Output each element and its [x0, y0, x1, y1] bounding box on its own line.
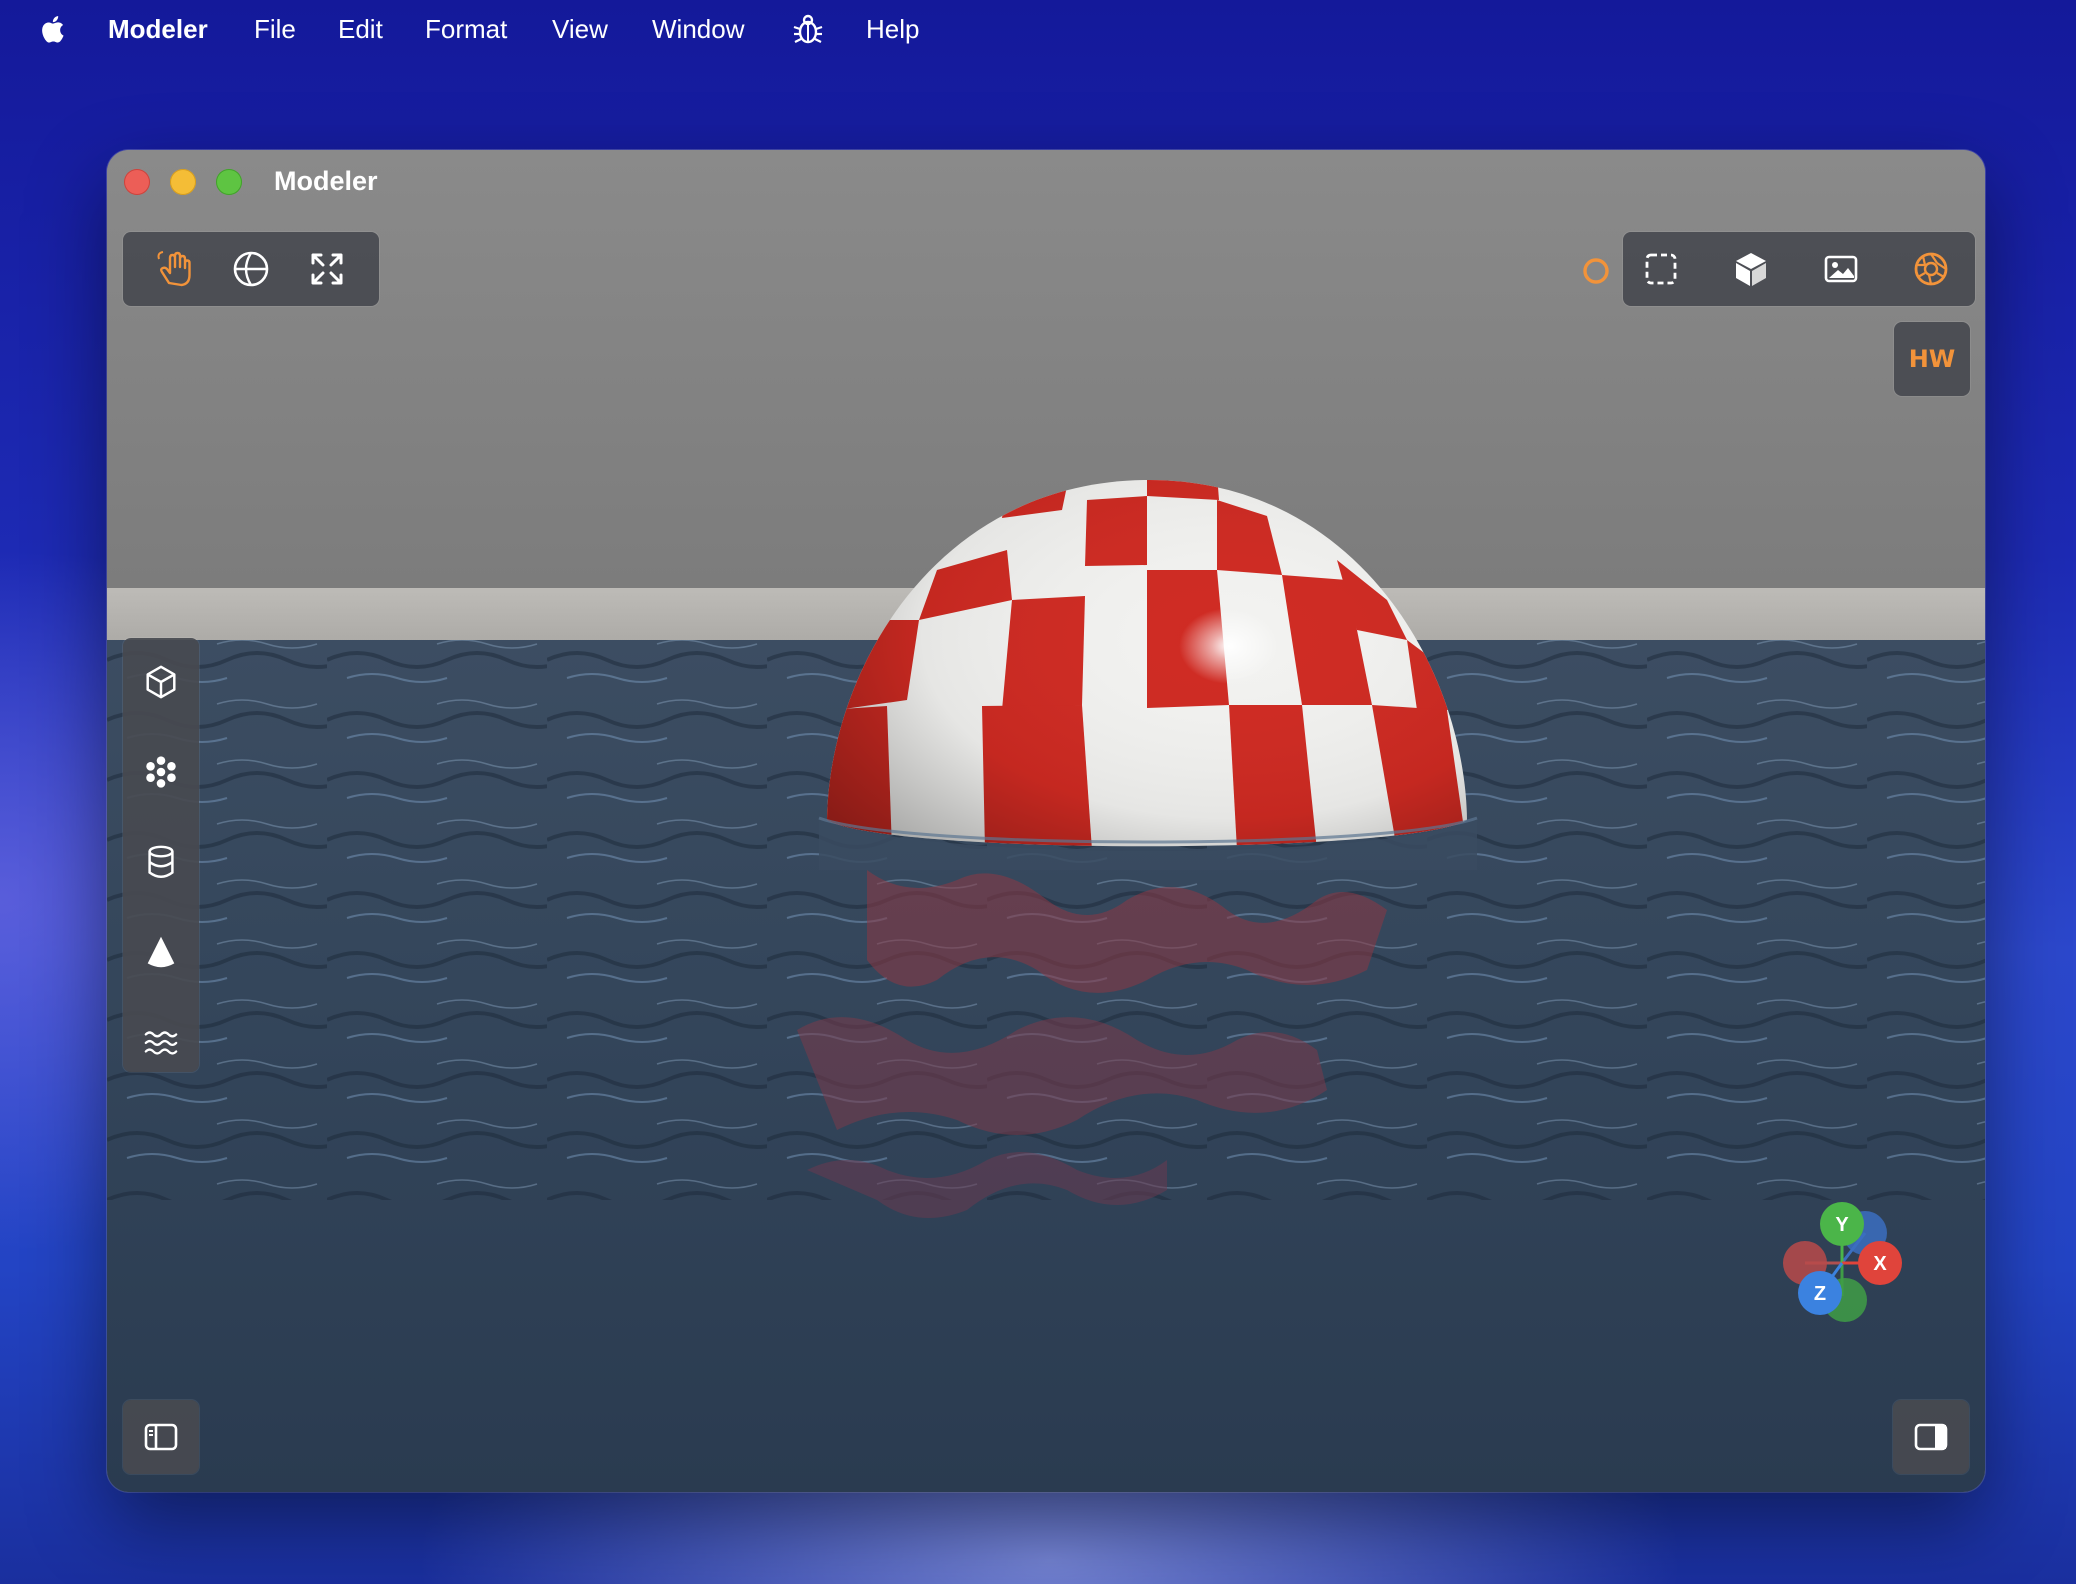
add-cone-button[interactable]: [129, 920, 193, 984]
hand-pan-icon: [157, 251, 191, 287]
close-window-button[interactable]: [124, 169, 150, 195]
orbit-globe-icon: [233, 251, 269, 287]
apple-icon[interactable]: [38, 12, 70, 46]
toggle-left-sidebar-button[interactable]: [123, 1400, 199, 1474]
svg-text:Z: Z: [1814, 1283, 1826, 1305]
scene-render[interactable]: [107, 150, 1985, 1492]
render-aperture-icon: [1914, 252, 1948, 286]
image-icon: [1824, 255, 1858, 283]
add-cylinder-button[interactable]: [129, 830, 193, 894]
axis-z-handle[interactable]: Z: [1798, 1271, 1842, 1315]
render-toolbar: [1623, 232, 1975, 306]
solid-view-button[interactable]: [1719, 237, 1783, 301]
image-view-button[interactable]: [1809, 237, 1873, 301]
particles-icon: [146, 756, 176, 788]
hw-toggle-button[interactable]: HW: [1894, 322, 1970, 396]
menu-format[interactable]: Format: [425, 14, 507, 45]
shape-palette: [123, 638, 199, 1072]
axis-y-handle[interactable]: Y: [1820, 1202, 1864, 1246]
fit-view-button[interactable]: [295, 237, 359, 301]
navigation-toolbar: [123, 232, 379, 306]
orbit-tool-button[interactable]: [219, 237, 283, 301]
hw-label: HW: [1908, 345, 1956, 373]
bug-icon[interactable]: [791, 12, 825, 46]
menu-help[interactable]: Help: [866, 14, 919, 45]
sidebar-left-toggle-icon: [144, 1423, 178, 1451]
menu-file[interactable]: File: [254, 14, 296, 45]
title-bar: Modeler: [107, 150, 1985, 212]
render-button[interactable]: [1899, 237, 1963, 301]
toggle-right-sidebar-button[interactable]: [1893, 1400, 1969, 1474]
sidebar-right-toggle-icon: [1914, 1423, 1948, 1451]
menu-bar: Modeler File Edit Format View Window Hel…: [0, 0, 2076, 58]
add-water-button[interactable]: [129, 1010, 193, 1074]
minimize-window-button[interactable]: [170, 169, 196, 195]
fit-view-icon: [311, 253, 343, 285]
menu-app-name[interactable]: Modeler: [108, 14, 208, 45]
selection-mode-button[interactable]: [1629, 237, 1693, 301]
menu-edit[interactable]: Edit: [338, 14, 383, 45]
add-particles-button[interactable]: [129, 740, 193, 804]
axis-gizmo[interactable]: Y X Z: [1767, 1188, 1917, 1338]
svg-text:X: X: [1873, 1253, 1887, 1275]
solid-cube-icon: [1736, 253, 1766, 286]
add-cube-button[interactable]: [129, 650, 193, 714]
svg-text:Y: Y: [1835, 1214, 1849, 1236]
axis-x-handle[interactable]: X: [1858, 1241, 1902, 1285]
3d-viewport[interactable]: [107, 150, 1985, 1492]
menu-view[interactable]: View: [552, 14, 608, 45]
cylinder-icon: [148, 845, 174, 878]
zoom-window-button[interactable]: [216, 169, 242, 195]
water-waves-icon: [144, 1031, 178, 1055]
cube-icon: [146, 665, 176, 699]
modeler-window: Modeler HW Y X Z: [107, 150, 1985, 1492]
pan-tool-button[interactable]: [143, 237, 207, 301]
loading-ring-icon: [1583, 258, 1609, 284]
window-title: Modeler: [274, 166, 378, 196]
selection-marquee-icon: [1645, 253, 1677, 285]
menu-window[interactable]: Window: [652, 14, 744, 45]
cone-icon: [147, 936, 175, 968]
